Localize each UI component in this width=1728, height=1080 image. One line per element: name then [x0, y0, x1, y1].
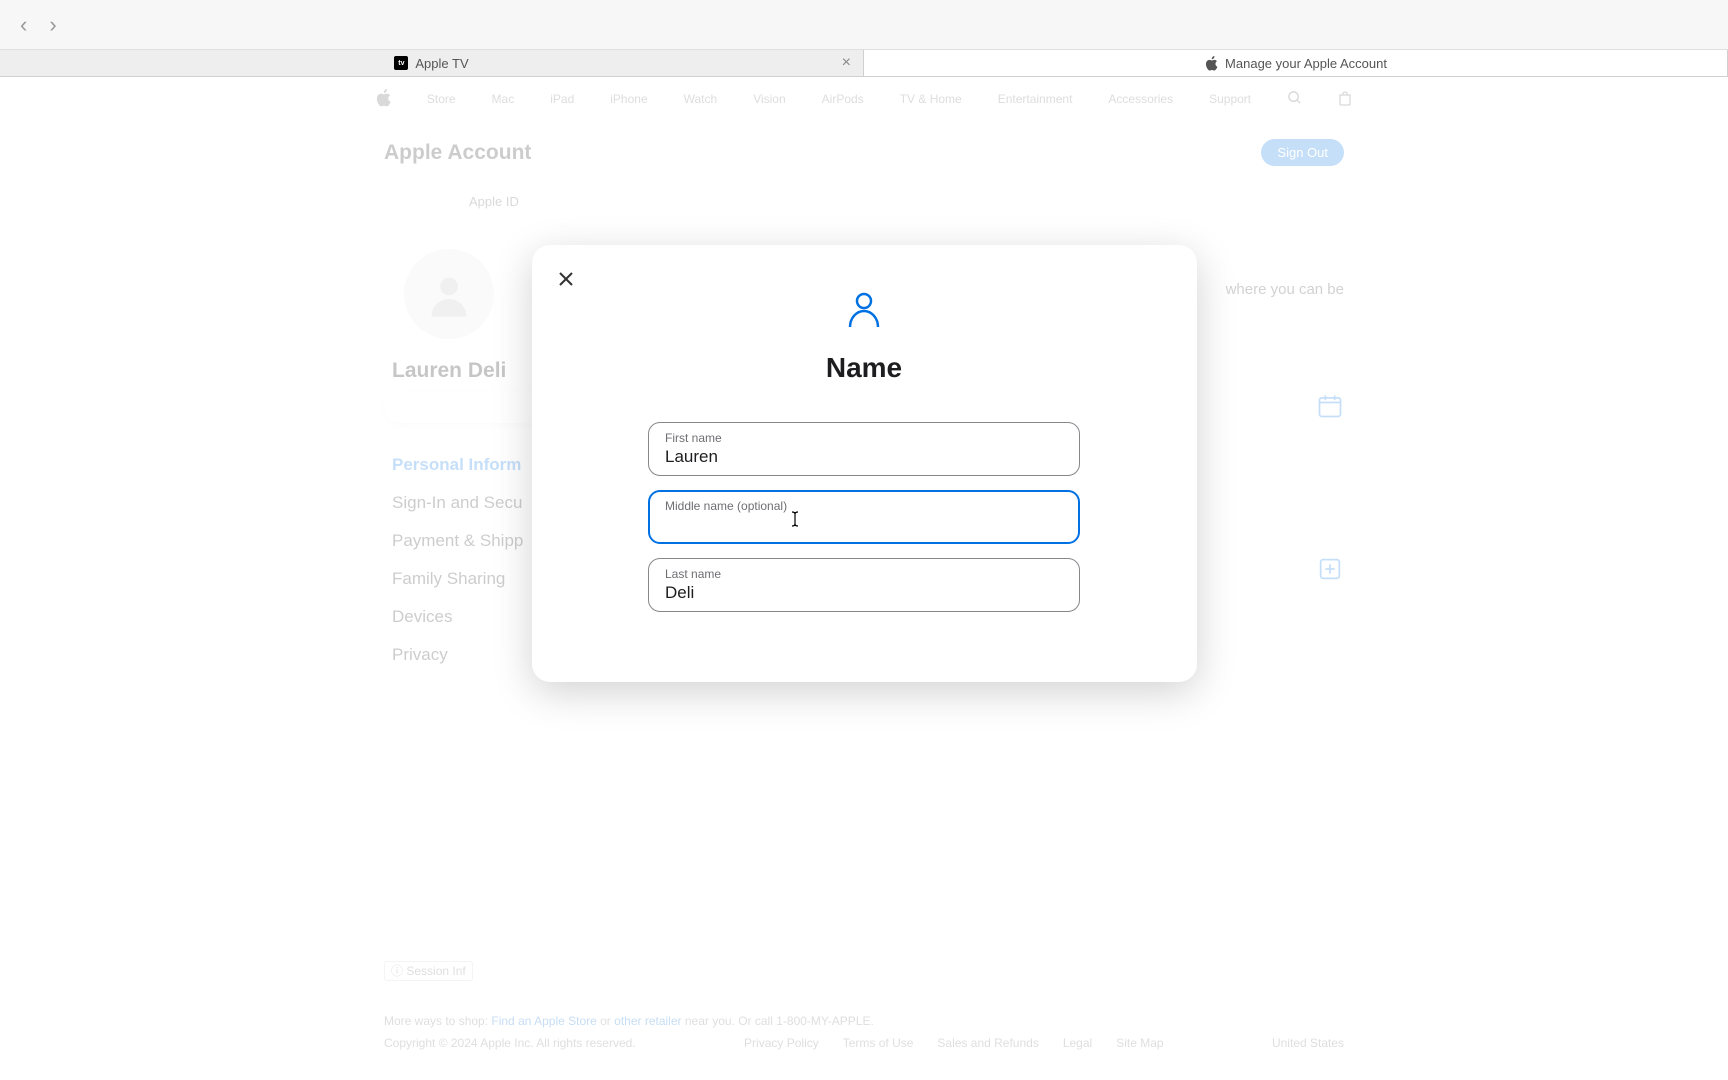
nav-forward-button[interactable]: ›: [49, 12, 56, 38]
middle-name-input[interactable]: [665, 513, 1063, 537]
last-name-label: Last name: [665, 567, 1063, 581]
apple-logo-icon: [1204, 56, 1218, 70]
last-name-field-wrapper[interactable]: Last name: [648, 558, 1080, 612]
nav-back-button[interactable]: ‹: [20, 12, 27, 38]
close-button[interactable]: [554, 267, 578, 291]
person-icon: [844, 289, 884, 329]
tab-apple-account[interactable]: Manage your Apple Account: [864, 50, 1728, 76]
apple-tv-icon: tv: [394, 56, 408, 70]
middle-name-label: Middle name (optional): [665, 499, 1063, 513]
first-name-input[interactable]: [665, 445, 1063, 469]
first-name-field-wrapper[interactable]: First name: [648, 422, 1080, 476]
browser-toolbar: ‹ ›: [0, 0, 1728, 50]
modal-overlay: Name First name Middle name (optional): [0, 77, 1728, 1080]
first-name-label: First name: [665, 431, 1063, 445]
last-name-input[interactable]: [665, 581, 1063, 605]
tab-label: Manage your Apple Account: [1225, 56, 1387, 71]
tab-close-button[interactable]: ×: [842, 54, 851, 72]
modal-title: Name: [572, 352, 1157, 384]
tab-label: Apple TV: [415, 56, 468, 71]
tab-apple-tv[interactable]: tv Apple TV ×: [0, 50, 864, 76]
tab-bar: tv Apple TV × Manage your Apple Account: [0, 50, 1728, 77]
middle-name-field-wrapper[interactable]: Middle name (optional): [648, 490, 1080, 544]
name-edit-modal: Name First name Middle name (optional): [532, 245, 1197, 682]
